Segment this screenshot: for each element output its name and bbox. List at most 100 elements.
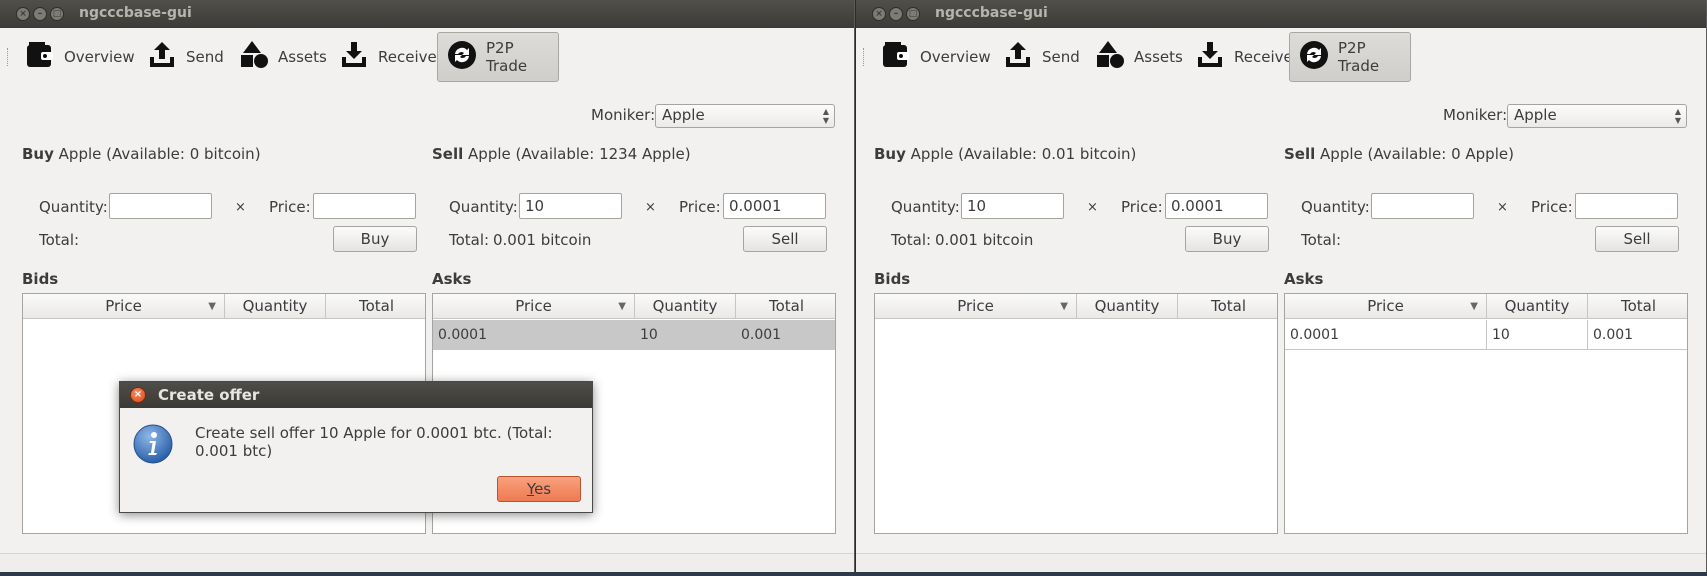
toolbar-grip[interactable] xyxy=(7,48,10,66)
buy-price-input[interactable] xyxy=(313,193,416,219)
bids-table[interactable]: Price ▼ Quantity Total xyxy=(874,293,1278,534)
yes-button[interactable]: Yes xyxy=(497,476,581,502)
window-minimize-button[interactable]: – xyxy=(33,7,47,21)
asks-title: Asks xyxy=(1284,270,1324,288)
table-row[interactable]: 0.0001 10 0.001 xyxy=(1285,320,1687,350)
moniker-label: Moniker: xyxy=(1443,106,1508,124)
asks-table-header: Price ▼ Quantity Total xyxy=(1285,294,1687,319)
dialog-title: Create offer xyxy=(158,386,260,404)
wallet-icon xyxy=(880,39,912,75)
buy-heading: Buy Apple (Available: 0 bitcoin) xyxy=(22,145,261,163)
window-close-button[interactable]: × xyxy=(16,7,30,21)
bids-quantity-column-header[interactable]: Quantity xyxy=(225,294,326,319)
window-maximize-button[interactable]: □ xyxy=(50,7,64,21)
download-tray-icon xyxy=(1194,39,1226,75)
toolbar-p2p-trade-button[interactable]: P2P Trade xyxy=(1289,32,1411,82)
toolbar-assets-button[interactable]: Assets xyxy=(1086,32,1191,82)
asks-table-header: Price ▼ Quantity Total xyxy=(433,294,835,319)
buy-button[interactable]: Buy xyxy=(333,226,417,252)
buy-price-input[interactable]: 0.0001 xyxy=(1165,193,1268,219)
bids-total-column-header[interactable]: Total xyxy=(1178,294,1279,319)
asks-table[interactable]: Price ▼ Quantity Total 0.0001 10 0.001 xyxy=(1284,293,1688,534)
sell-quantity-label: Quantity: xyxy=(449,198,518,216)
bids-title: Bids xyxy=(22,270,59,288)
combo-arrows-icon: ▲ ▼ xyxy=(1674,107,1681,125)
toolbar-send-button[interactable]: Send xyxy=(994,32,1088,82)
sell-heading: Sell Apple (Available: 1234 Apple) xyxy=(432,145,691,163)
toolbar-receive-label: Receive xyxy=(1234,48,1293,66)
asks-title: Asks xyxy=(432,270,472,288)
asks-price-column-header[interactable]: Price ▼ xyxy=(1285,294,1487,319)
sell-quantity-input[interactable]: 10 xyxy=(519,193,622,219)
bids-total-column-header[interactable]: Total xyxy=(326,294,427,319)
toolbar: Overview Send Assets Receive P2P Trade xyxy=(856,28,1706,85)
sell-button[interactable]: Sell xyxy=(1595,226,1679,252)
ask-price-cell: 0.0001 xyxy=(1285,320,1487,350)
bids-price-column-header[interactable]: Price ▼ xyxy=(875,294,1077,319)
buy-quantity-label: Quantity: xyxy=(891,198,960,216)
toolbar-p2p-trade-label: P2P Trade xyxy=(486,39,528,75)
ask-quantity-cell: 10 xyxy=(640,327,658,343)
moniker-select[interactable]: Apple ▲ ▼ xyxy=(655,104,835,128)
asks-price-column-header[interactable]: Price ▼ xyxy=(433,294,635,319)
buy-price-label: Price: xyxy=(1121,198,1163,216)
window-close-button[interactable]: × xyxy=(872,7,886,21)
moniker-value: Apple xyxy=(1514,106,1557,124)
buy-quantity-input[interactable]: 10 xyxy=(961,193,1064,219)
sell-button[interactable]: Sell xyxy=(743,226,827,252)
toolbar-p2p-trade-button[interactable]: P2P Trade xyxy=(437,32,559,82)
toolbar-assets-label: Assets xyxy=(1134,48,1183,66)
ask-total-cell: 0.001 xyxy=(741,327,782,343)
window-minimize-button[interactable]: – xyxy=(889,7,903,21)
sort-down-icon: ▼ xyxy=(1060,301,1068,312)
combo-arrows-icon: ▲ ▼ xyxy=(822,107,829,125)
buy-quantity-input[interactable] xyxy=(109,193,212,219)
bids-table-header: Price ▼ Quantity Total xyxy=(23,294,425,319)
toolbar-assets-button[interactable]: Assets xyxy=(230,32,335,82)
buy-price-label: Price: xyxy=(269,198,311,216)
shapes-icon xyxy=(1094,39,1126,75)
shapes-icon xyxy=(238,39,270,75)
toolbar: Overview Send Assets Receive P2P Trade xyxy=(0,28,854,85)
toolbar-overview-button[interactable]: Overview xyxy=(872,32,999,82)
toolbar-overview-button[interactable]: Overview xyxy=(16,32,143,82)
left-window: × – □ ngcccbase-gui Overview Send Assets xyxy=(0,0,855,576)
toolbar-receive-button[interactable]: Receive xyxy=(1186,32,1301,82)
sort-down-icon: ▼ xyxy=(208,301,216,312)
toolbar-receive-button[interactable]: Receive xyxy=(330,32,445,82)
bids-price-column-header[interactable]: Price ▼ xyxy=(23,294,225,319)
toolbar-send-label: Send xyxy=(186,48,224,66)
toolbar-grip[interactable] xyxy=(863,48,866,66)
moniker-select[interactable]: Apple ▲ ▼ xyxy=(1507,104,1687,128)
buy-button[interactable]: Buy xyxy=(1185,226,1269,252)
sell-quantity-label: Quantity: xyxy=(1301,198,1370,216)
toolbar-p2p-trade-label: P2P Trade xyxy=(1338,39,1380,75)
toolbar-assets-label: Assets xyxy=(278,48,327,66)
sell-total-label: Total: xyxy=(449,231,490,249)
toolbar-send-button[interactable]: Send xyxy=(138,32,232,82)
moniker-label: Moniker: xyxy=(591,106,656,124)
asks-total-column-header[interactable]: Total xyxy=(736,294,837,319)
asks-total-column-header[interactable]: Total xyxy=(1588,294,1689,319)
dialog-close-button[interactable]: × xyxy=(130,387,146,403)
refresh-circle-icon xyxy=(1298,39,1330,75)
ask-total-cell: 0.001 xyxy=(1593,327,1634,343)
asks-quantity-column-header[interactable]: Quantity xyxy=(635,294,736,319)
window-maximize-button[interactable]: □ xyxy=(906,7,920,21)
refresh-circle-icon xyxy=(446,39,478,75)
asks-quantity-column-header[interactable]: Quantity xyxy=(1487,294,1588,319)
dialog-message: Create sell offer 10 Apple for 0.0001 bt… xyxy=(195,424,553,460)
buy-total-label: Total: xyxy=(891,231,932,249)
bids-quantity-column-header[interactable]: Quantity xyxy=(1077,294,1178,319)
bids-table-header: Price ▼ Quantity Total xyxy=(875,294,1277,319)
sell-price-input[interactable] xyxy=(1575,193,1678,219)
sell-price-input[interactable]: 0.0001 xyxy=(723,193,826,219)
sell-quantity-input[interactable] xyxy=(1371,193,1474,219)
moniker-value: Apple xyxy=(662,106,705,124)
table-row[interactable]: 0.0001 10 0.001 xyxy=(433,320,835,350)
bids-title: Bids xyxy=(874,270,911,288)
dialog-title-bar: × Create offer xyxy=(120,382,592,408)
buy-total-label: Total: xyxy=(39,231,80,249)
ask-price-cell: 0.0001 xyxy=(438,327,487,343)
buy-heading: Buy Apple (Available: 0.01 bitcoin) xyxy=(874,145,1137,163)
